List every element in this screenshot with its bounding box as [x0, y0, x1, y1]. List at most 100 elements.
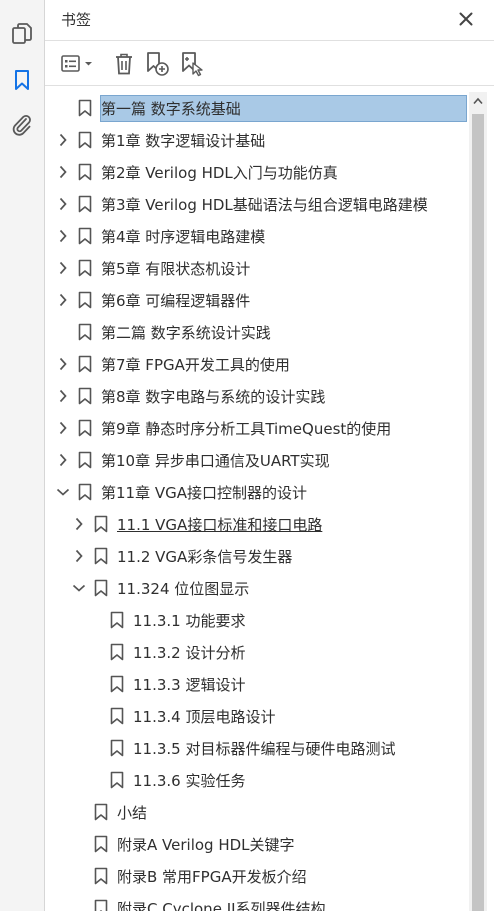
bookmark-icon [94, 835, 108, 853]
bookmark-label: 第9章 静态时序分析工具TimeQuest的使用 [101, 420, 392, 438]
bookmark-icon [78, 323, 92, 341]
chevron-right-icon[interactable] [55, 388, 71, 404]
bookmark-row[interactable]: 第10章 异步串口通信及UART实现 [45, 444, 469, 476]
bookmarks-panel: 书签 第一篇 数字系统基础 第1章 数字逻辑设计基础 第2章 Verilog H… [45, 0, 494, 911]
bookmark-row[interactable]: 11.2 VGA彩条信号发生器 [45, 540, 469, 572]
delete-bookmark-icon[interactable] [112, 51, 136, 77]
bookmark-label: 11.3.4 顶层电路设计 [133, 708, 276, 726]
chevron-right-icon[interactable] [71, 548, 87, 564]
bookmark-label: 11.3.5 对目标器件编程与硬件电路测试 [133, 740, 396, 758]
bookmark-row[interactable]: 第1章 数字逻辑设计基础 [45, 124, 469, 156]
bookmark-label: 附录B 常用FPGA开发板介绍 [117, 868, 307, 886]
bookmark-icon [78, 163, 92, 181]
bookmark-label: 11.3.1 功能要求 [133, 612, 246, 630]
bookmark-icon [110, 643, 124, 661]
options-menu-icon[interactable] [59, 51, 97, 77]
bookmark-row[interactable]: 第二篇 数字系统设计实践 [45, 316, 469, 348]
chevron-right-icon[interactable] [55, 260, 71, 276]
bookmark-label: 第10章 异步串口通信及UART实现 [101, 452, 330, 470]
bookmark-label: 11.2 VGA彩条信号发生器 [117, 548, 293, 566]
chevron-right-icon[interactable] [55, 452, 71, 468]
bookmark-label: 第4章 时序逻辑电路建模 [101, 228, 266, 246]
chevron-right-icon[interactable] [55, 228, 71, 244]
bookmark-tree: 第一篇 数字系统基础第1章 数字逻辑设计基础 第2章 Verilog HDL入门与… [45, 92, 469, 911]
bookmark-icon [78, 259, 92, 277]
chevron-right-icon[interactable] [55, 164, 71, 180]
new-bookmark-icon[interactable] [144, 51, 170, 77]
scroll-thumb[interactable] [472, 114, 484, 911]
bookmark-label: 11.3.6 实验任务 [133, 772, 246, 790]
chevron-right-icon[interactable] [71, 516, 87, 532]
bookmark-row[interactable]: 第4章 时序逻辑电路建模 [45, 220, 469, 252]
bookmark-label: 小结 [117, 804, 148, 822]
bookmark-icon [110, 771, 124, 789]
bookmark-row[interactable]: 11.3.5 对目标器件编程与硬件电路测试 [45, 732, 469, 764]
bookmark-row[interactable]: 第一篇 数字系统基础 [45, 92, 469, 124]
bookmark-icon [110, 611, 124, 629]
bookmark-icon [110, 675, 124, 693]
bookmark-icon [110, 739, 124, 757]
bookmark-label: 第3章 Verilog HDL基础语法与组合逻辑电路建模 [101, 196, 428, 214]
bookmark-label: 附录A Verilog HDL关键字 [117, 836, 295, 854]
toolbar-divider [45, 85, 494, 86]
bookmark-label: 附录C Cyclone II系列器件结构 [117, 900, 326, 911]
chevron-right-icon[interactable] [55, 132, 71, 148]
bookmark-row[interactable]: 11.3.4 顶层电路设计 [45, 700, 469, 732]
chevron-right-icon[interactable] [55, 292, 71, 308]
bookmark-row[interactable]: 附录B 常用FPGA开发板介绍 [45, 860, 469, 892]
copy-pages-icon[interactable] [8, 20, 36, 48]
bookmark-icon [78, 355, 92, 373]
panel-header: 书签 [45, 0, 494, 40]
bookmark-label: 第一篇 数字系统基础 [101, 100, 241, 118]
bookmark-label: 11.3.3 逻辑设计 [133, 676, 246, 694]
bookmark-label: 第6章 可编程逻辑器件 [101, 292, 251, 310]
bookmark-icon [78, 99, 92, 117]
navigation-rail [0, 0, 45, 911]
bookmark-icon [78, 483, 92, 501]
bookmark-row[interactable]: 11.3.6 实验任务 [45, 764, 469, 796]
bookmark-icon [94, 867, 108, 885]
chevron-down-icon[interactable] [71, 580, 87, 596]
bookmark-row[interactable]: 11.1 VGA接口标准和接口电路 [45, 508, 469, 540]
bookmark-icon [78, 227, 92, 245]
bookmark-row[interactable]: 11.3.2 设计分析 [45, 636, 469, 668]
bookmark-row[interactable]: 第11章 VGA接口控制器的设计 [45, 476, 469, 508]
bookmark-row[interactable]: 附录A Verilog HDL关键字 [45, 828, 469, 860]
bookmarks-toolbar [45, 40, 494, 86]
chevron-right-icon[interactable] [55, 196, 71, 212]
paperclip-icon[interactable] [8, 111, 36, 139]
bookmark-icon [94, 899, 108, 911]
bookmark-row[interactable]: 第8章 数字电路与系统的设计实践 [45, 380, 469, 412]
bookmark-row[interactable]: 第6章 可编程逻辑器件 [45, 284, 469, 316]
bookmark-icon [78, 419, 92, 437]
app-window: 书签 第一篇 数字系统基础 第1章 数字逻辑设计基础 第2章 Verilog H… [0, 0, 494, 911]
bookmark-icon [94, 547, 108, 565]
scroll-up-arrow-icon[interactable] [469, 92, 487, 110]
bookmark-icon[interactable] [8, 66, 36, 94]
chevron-down-icon[interactable] [55, 484, 71, 500]
bookmark-row[interactable]: 第7章 FPGA开发工具的使用 [45, 348, 469, 380]
chevron-right-icon[interactable] [55, 420, 71, 436]
close-icon[interactable] [456, 9, 476, 29]
find-current-bookmark-icon[interactable] [179, 51, 205, 77]
vertical-scrollbar[interactable] [469, 92, 487, 911]
bookmark-row[interactable]: 小结 [45, 796, 469, 828]
bookmark-row[interactable]: 第3章 Verilog HDL基础语法与组合逻辑电路建模 [45, 188, 469, 220]
bookmark-row[interactable]: 第2章 Verilog HDL入门与功能仿真 [45, 156, 469, 188]
bookmark-row[interactable]: 第5章 有限状态机设计 [45, 252, 469, 284]
bookmark-label: 第11章 VGA接口控制器的设计 [101, 484, 308, 502]
bookmark-row[interactable]: 11.3.1 功能要求 [45, 604, 469, 636]
bookmark-label: 第8章 数字电路与系统的设计实践 [101, 388, 326, 406]
bookmark-icon [94, 515, 108, 533]
bookmark-label: 第7章 FPGA开发工具的使用 [101, 356, 290, 374]
bookmark-row[interactable]: 第9章 静态时序分析工具TimeQuest的使用 [45, 412, 469, 444]
bookmark-row[interactable]: 11.3.3 逻辑设计 [45, 668, 469, 700]
bookmark-icon [110, 707, 124, 725]
bookmark-label: 11.3.2 设计分析 [133, 644, 246, 662]
bookmark-row[interactable]: 11.324 位位图显示 [45, 572, 469, 604]
bookmark-label: 第二篇 数字系统设计实践 [101, 324, 271, 342]
chevron-right-icon[interactable] [55, 356, 71, 372]
bookmark-icon [78, 131, 92, 149]
bookmark-label: 11.1 VGA接口标准和接口电路 [117, 516, 323, 534]
bookmark-row[interactable]: 附录C Cyclone II系列器件结构 [45, 892, 469, 911]
